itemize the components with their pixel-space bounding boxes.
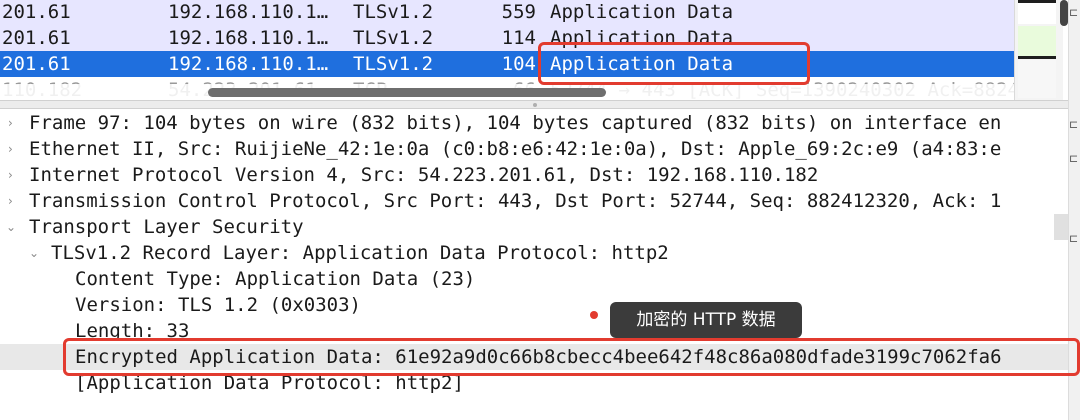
- chevron-right-icon[interactable]: ›: [8, 136, 13, 162]
- vertical-scrollbar-thumb[interactable]: [1060, 0, 1068, 26]
- chevron-right-icon[interactable]: ›: [8, 162, 13, 188]
- panel-edge-glyph: ⊏: [1069, 118, 1079, 131]
- length-cell: 104: [501, 53, 536, 75]
- tree-item-label: Frame 97: 104 bytes on wire (832 bits), …: [29, 112, 1002, 134]
- tree-item-label: TLSv1.2 Record Layer: Application Data P…: [51, 242, 669, 264]
- destination-cell: 192.168.110.1…: [168, 1, 329, 23]
- protocol-cell: TLSv1.2: [353, 1, 434, 23]
- length-cell: 559: [501, 1, 536, 23]
- minimap-band: [1018, 0, 1056, 24]
- tree-item-record-layer[interactable]: ⌄ TLSv1.2 Record Layer: Application Data…: [0, 240, 1068, 266]
- minimap-band: [1018, 26, 1056, 58]
- packet-row[interactable]: 201.61 192.168.110.1… TLSv1.2 114 Applic…: [0, 25, 1014, 51]
- minimap-band: [1018, 60, 1056, 98]
- panel-edge-glyph: ⊏: [1069, 6, 1079, 19]
- splitter-grip[interactable]: [533, 103, 537, 107]
- row-edge-shade: [1054, 214, 1068, 240]
- tree-item-label: Ethernet II, Src: RuijieNe_42:1e:0a (c0:…: [29, 138, 1002, 160]
- tree-item-version[interactable]: Version: TLS 1.2 (0x0303): [0, 292, 1068, 318]
- source-cell: 201.61: [2, 1, 71, 23]
- chevron-right-icon[interactable]: ›: [8, 188, 13, 214]
- tree-item-label: Internet Protocol Version 4, Src: 54.223…: [29, 164, 819, 186]
- tree-item-tcp[interactable]: › Transmission Control Protocol, Src Por…: [0, 188, 1068, 214]
- packet-row[interactable]: 201.61 192.168.110.1… TLSv1.2 559 Applic…: [0, 0, 1014, 25]
- source-cell: 201.61: [2, 53, 71, 75]
- panel-edge-glyph: ⊏: [1069, 232, 1079, 245]
- tree-item-ip[interactable]: › Internet Protocol Version 4, Src: 54.2…: [0, 162, 1068, 188]
- info-cell: Application Data: [550, 1, 734, 23]
- tree-item-content-type[interactable]: Content Type: Application Data (23): [0, 266, 1068, 292]
- annotation-dot: [590, 311, 598, 319]
- tree-item-tls[interactable]: ⌄ Transport Layer Security: [0, 214, 1068, 240]
- horizontal-scrollbar-thumb[interactable]: [208, 88, 606, 97]
- panel-edge-glyph: ⊏: [1069, 152, 1079, 165]
- destination-cell: 192.168.110.1…: [168, 27, 329, 49]
- annotation-tooltip: 加密的 HTTP 数据: [610, 302, 802, 338]
- length-cell: 114: [501, 27, 536, 49]
- packet-row-selected[interactable]: 201.61 192.168.110.1… TLSv1.2 104 Applic…: [0, 51, 1014, 77]
- protocol-cell: TLSv1.2: [353, 53, 434, 75]
- chevron-down-icon[interactable]: ⌄: [29, 240, 39, 266]
- tree-item-label: Content Type: Application Data (23): [75, 268, 476, 290]
- chevron-down-icon[interactable]: ⌄: [6, 214, 16, 240]
- minimap-marker: [1018, 56, 1056, 59]
- tree-item-frame[interactable]: › Frame 97: 104 bytes on wire (832 bits)…: [0, 110, 1068, 136]
- tree-item-ethernet[interactable]: › Ethernet II, Src: RuijieNe_42:1e:0a (c…: [0, 136, 1068, 162]
- packet-list: 201.61 192.168.110.1… TLSv1.2 559 Applic…: [0, 0, 1014, 100]
- tree-item-label: Transport Layer Security: [29, 216, 304, 238]
- highlight-box-info: [538, 42, 810, 85]
- protocol-cell: TLSv1.2: [353, 27, 434, 49]
- source-cell: 201.61: [2, 27, 71, 49]
- destination-cell: 192.168.110.1…: [168, 53, 329, 75]
- highlight-box-encrypted: [63, 338, 1080, 376]
- chevron-right-icon[interactable]: ›: [8, 110, 13, 136]
- tree-item-label: Version: TLS 1.2 (0x0303): [75, 294, 361, 316]
- tree-item-label: Transmission Control Protocol, Src Port:…: [29, 190, 1002, 212]
